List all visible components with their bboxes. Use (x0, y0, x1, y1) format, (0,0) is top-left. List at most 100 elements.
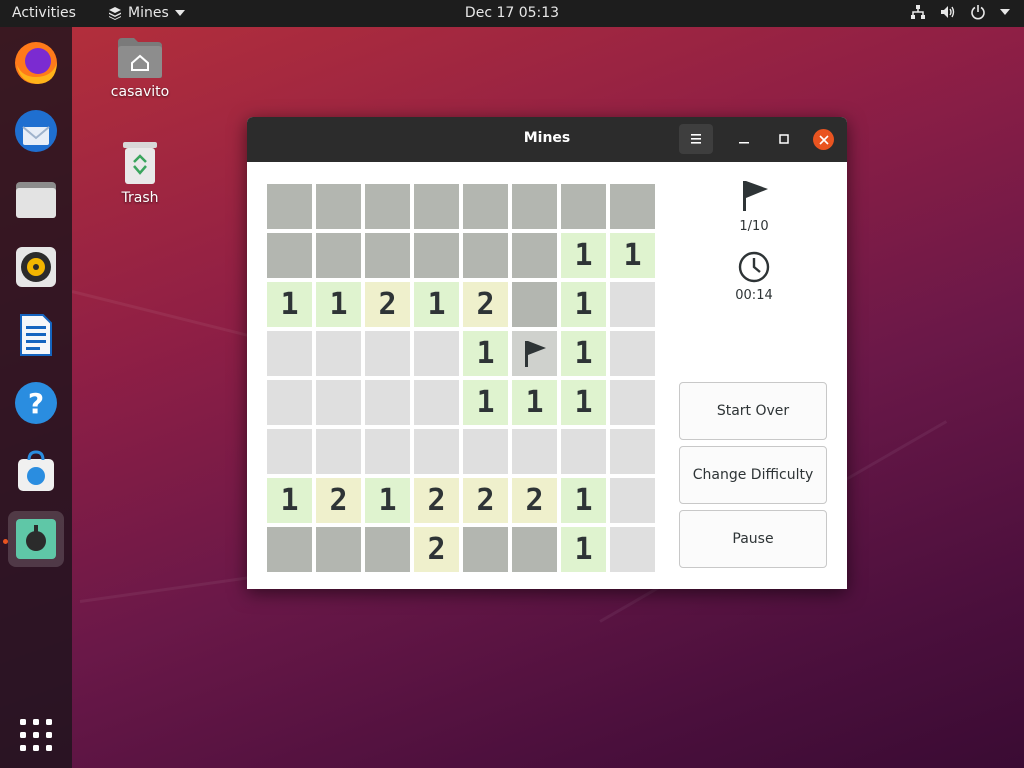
volume-icon (941, 6, 955, 18)
dock-files[interactable] (8, 171, 64, 227)
unrevealed-cell[interactable] (365, 184, 410, 229)
change-difficulty-button[interactable]: Change Difficulty (679, 446, 827, 504)
empty-cell (365, 331, 410, 376)
window-title: Mines (523, 130, 571, 146)
unrevealed-cell[interactable] (463, 527, 508, 572)
unrevealed-cell[interactable] (610, 184, 655, 229)
hamburger-menu-button[interactable] (679, 124, 713, 154)
desktop-icon-home[interactable]: casavito (100, 36, 180, 100)
number-cell: 2 (463, 478, 508, 523)
number-cell: 1 (561, 478, 606, 523)
empty-cell (610, 380, 655, 425)
unrevealed-cell[interactable] (316, 184, 361, 229)
unrevealed-cell[interactable] (512, 527, 557, 572)
top-bar: Activities Mines Dec 17 05:13 (0, 0, 1024, 27)
clock[interactable]: Dec 17 05:13 (465, 5, 559, 21)
empty-cell (610, 527, 655, 572)
trash-icon (123, 142, 157, 184)
dock-software[interactable] (8, 443, 64, 499)
number-cell: 1 (610, 233, 655, 278)
unrevealed-cell[interactable] (267, 527, 312, 572)
show-applications-icon (20, 719, 52, 751)
close-button[interactable] (813, 129, 834, 150)
unrevealed-cell[interactable] (512, 184, 557, 229)
flagged-cell[interactable] (512, 331, 557, 376)
number-cell: 1 (463, 331, 508, 376)
system-tray[interactable] (910, 4, 1010, 20)
number-cell: 2 (365, 282, 410, 327)
minimize-button[interactable] (734, 129, 754, 149)
number-cell: 1 (267, 282, 312, 327)
dock-mines[interactable] (8, 511, 64, 567)
unrevealed-cell[interactable] (414, 184, 459, 229)
dock-libreoffice-writer[interactable] (8, 307, 64, 363)
number-cell: 2 (512, 478, 557, 523)
minimize-icon (739, 142, 749, 144)
chevron-down-icon (174, 10, 185, 16)
mines-window: Mines 1111212111111121222121 1/10 00:14 … (247, 117, 847, 589)
mines-app-icon (109, 7, 121, 20)
empty-cell (414, 380, 459, 425)
maximize-icon (779, 134, 789, 144)
mines-icon (16, 519, 56, 559)
number-cell: 1 (512, 380, 557, 425)
close-icon (818, 134, 829, 145)
home-folder-icon (118, 38, 162, 78)
activities-button[interactable]: Activities (12, 5, 76, 21)
empty-cell (610, 478, 655, 523)
unrevealed-cell[interactable] (365, 233, 410, 278)
dock-thunderbird[interactable] (8, 103, 64, 159)
empty-cell (365, 429, 410, 474)
dock-firefox[interactable] (8, 35, 64, 91)
number-cell: 1 (267, 478, 312, 523)
unrevealed-cell[interactable] (414, 233, 459, 278)
start-over-button[interactable]: Start Over (679, 382, 827, 440)
hamburger-icon (691, 134, 701, 144)
window-titlebar[interactable]: Mines (247, 117, 847, 162)
thunderbird-icon (15, 110, 57, 152)
unrevealed-cell[interactable] (267, 233, 312, 278)
files-icon (16, 182, 56, 218)
empty-cell (610, 429, 655, 474)
app-menu[interactable]: Mines (108, 5, 185, 21)
dock-help[interactable]: ? (8, 375, 64, 431)
number-cell: 2 (463, 282, 508, 327)
network-icon (911, 5, 925, 19)
help-icon: ? (15, 382, 57, 424)
number-cell: 1 (316, 282, 361, 327)
number-cell: 1 (561, 282, 606, 327)
unrevealed-cell[interactable] (316, 527, 361, 572)
number-cell: 1 (561, 331, 606, 376)
empty-cell (316, 429, 361, 474)
unrevealed-cell[interactable] (512, 282, 557, 327)
pause-button[interactable]: Pause (679, 510, 827, 568)
number-cell: 1 (561, 380, 606, 425)
unrevealed-cell[interactable] (316, 233, 361, 278)
empty-cell (610, 331, 655, 376)
flag-icon (524, 340, 546, 367)
unrevealed-cell[interactable] (512, 233, 557, 278)
empty-cell (414, 331, 459, 376)
empty-cell (267, 331, 312, 376)
empty-cell (463, 429, 508, 474)
unrevealed-cell[interactable] (561, 184, 606, 229)
flags-counter: 1/10 (739, 219, 769, 234)
unrevealed-cell[interactable] (463, 184, 508, 229)
unrevealed-cell[interactable] (365, 527, 410, 572)
number-cell: 2 (414, 527, 459, 572)
maximize-button[interactable] (774, 129, 794, 149)
show-applications-button[interactable] (8, 707, 64, 763)
unrevealed-cell[interactable] (463, 233, 508, 278)
desktop-icon-trash[interactable]: Trash (100, 140, 180, 206)
clock-icon (738, 251, 770, 283)
empty-cell (267, 380, 312, 425)
app-menu-label: Mines (128, 5, 169, 21)
power-icon (971, 5, 985, 20)
svg-text:?: ? (28, 387, 44, 420)
number-cell: 1 (561, 527, 606, 572)
number-cell: 2 (316, 478, 361, 523)
number-cell: 1 (561, 233, 606, 278)
rhythmbox-icon (16, 247, 56, 287)
dock-rhythmbox[interactable] (8, 239, 64, 295)
unrevealed-cell[interactable] (267, 184, 312, 229)
